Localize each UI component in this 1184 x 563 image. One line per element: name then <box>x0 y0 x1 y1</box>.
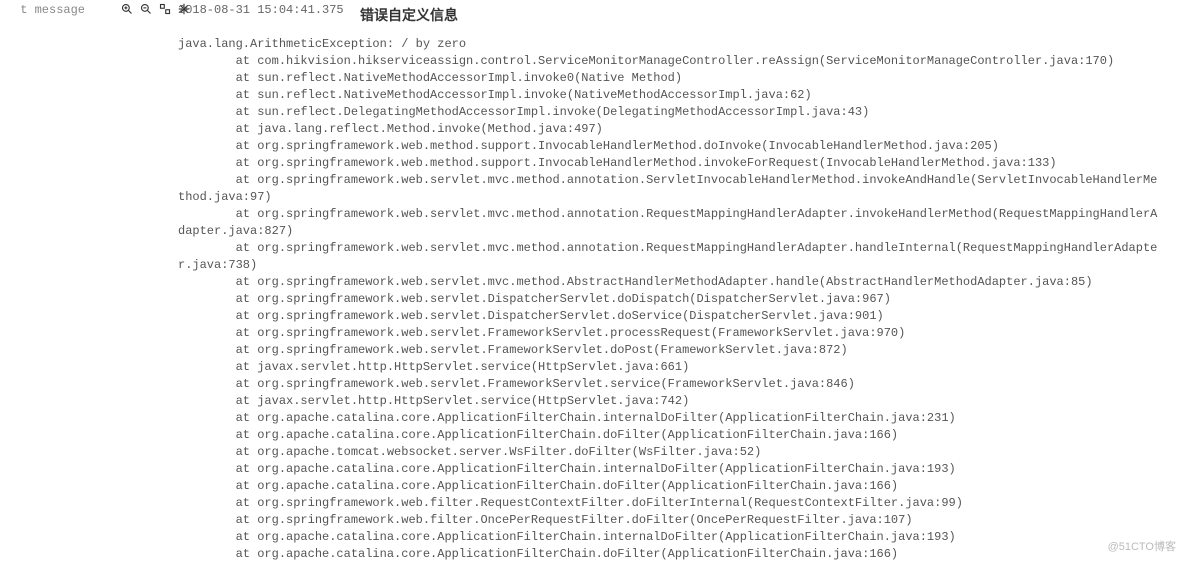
log-timestamp: 2018-08-31 15:04:41.375 <box>178 3 344 17</box>
stack-trace: java.lang.ArithmeticException: / by zero… <box>178 36 1180 563</box>
toggle-icon[interactable] <box>158 2 172 16</box>
zoom-in-icon[interactable] <box>120 2 134 16</box>
field-label: t message <box>0 3 85 17</box>
error-headline: 错误自定义信息 <box>360 5 458 25</box>
watermark: @51CTO博客 <box>1108 538 1176 554</box>
zoom-out-icon[interactable] <box>139 2 153 16</box>
